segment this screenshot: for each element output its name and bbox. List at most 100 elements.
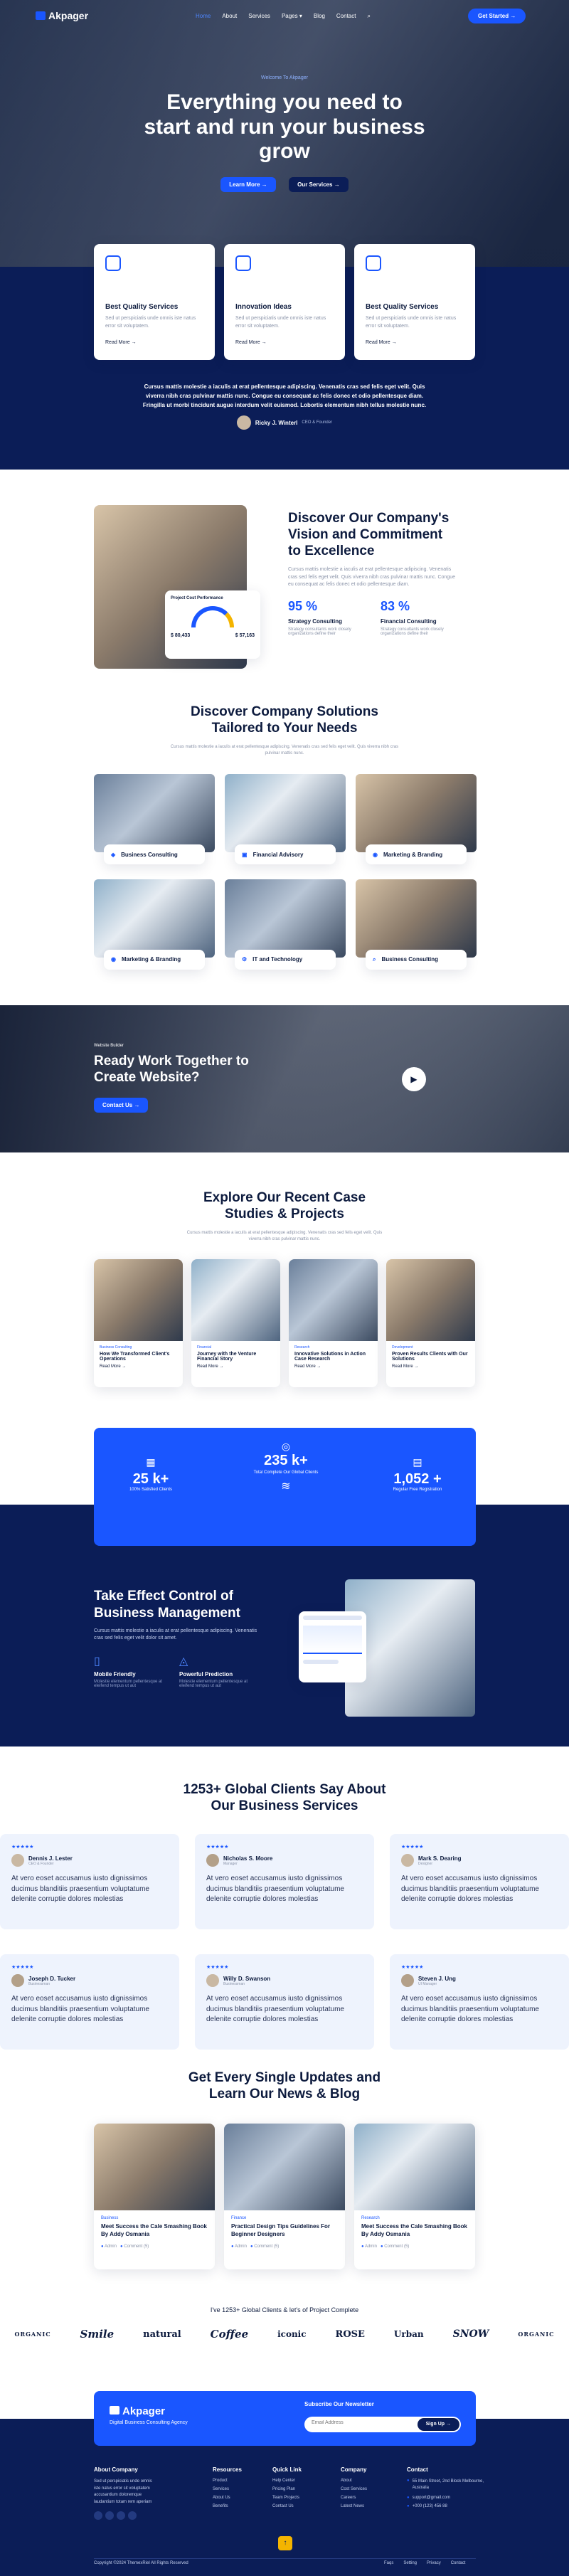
case-card[interactable]: Research Innovative Solutions in Action C…: [289, 1259, 378, 1387]
tech-icon: ⚙: [242, 956, 248, 963]
feature-card[interactable]: Innovation Ideas Sed ut perspiciatis und…: [224, 244, 345, 360]
solution-card[interactable]: ◈ Business Consulting: [94, 774, 215, 864]
read-more-link[interactable]: Read More →: [235, 340, 334, 345]
comment-icon: ●: [120, 2244, 123, 2249]
contact-us-button[interactable]: Contact Us →: [94, 1097, 149, 1113]
footer-bottom-link[interactable]: Privacy: [427, 2561, 441, 2565]
review-card: ★★★★★ Steven J. Ung UI Manager At vero eo…: [390, 1954, 569, 2050]
clients-icon: ▦: [146, 1456, 156, 1468]
lightbulb-icon: [235, 255, 251, 271]
play-button[interactable]: ▶: [402, 1067, 426, 1091]
copyright: Copyright ©2024 ThemexRiel All Rights Re…: [94, 2561, 188, 2565]
get-started-button[interactable]: Get Started →: [468, 9, 526, 23]
nav-pages[interactable]: Pages ▾: [282, 13, 302, 20]
solution-card[interactable]: ▣ Financial Advisory: [225, 774, 346, 864]
feature-card[interactable]: Best Quality Services Sed ut perspiciati…: [354, 244, 475, 360]
hero-title: Everything you need to start and run you…: [144, 90, 425, 163]
footer-link[interactable]: Team Projects: [272, 2496, 322, 2500]
mobile-icon: ▯: [94, 1655, 100, 1668]
footer-link[interactable]: Services: [213, 2487, 262, 2491]
gauge: [191, 606, 234, 627]
email-input[interactable]: [312, 2420, 404, 2425]
vision-title: Discover Our Company's Vision and Commit…: [288, 511, 450, 558]
case-card[interactable]: Business Consulting How We Transformed Cl…: [94, 1259, 183, 1387]
comment-icon: ●: [250, 2244, 253, 2249]
client-logos: ORGANIC Smile natural Coffee iconic ROSE…: [14, 2328, 555, 2341]
stats-box: ◎ 235 k+ Total Complete Our Global Clients…: [94, 1428, 476, 1546]
blog-card[interactable]: Business Meet Success the Cale Smashing B…: [94, 2124, 215, 2269]
prediction-icon: ◬: [179, 1655, 188, 1668]
mail-icon: ●: [407, 2496, 410, 2500]
blog-title: Get Every Single Updates and Learn Our N…: [188, 2070, 381, 2101]
review-card: ★★★★★ Willy D. Swanson Businessman At ver…: [195, 1954, 374, 2050]
footer-link[interactable]: About Us: [213, 2496, 262, 2500]
navbar: Akpager Home About Services Pages ▾ Blog…: [36, 9, 533, 24]
blog-card[interactable]: Finance Practical Design Tips Guidelines …: [224, 2124, 345, 2269]
sign-up-button[interactable]: Sign Up →: [417, 2418, 459, 2431]
case-card[interactable]: Development Proven Results Clients with O…: [386, 1259, 475, 1387]
location-icon: ●: [407, 2479, 410, 2483]
marketing-icon: ◉: [111, 956, 116, 963]
nav-about[interactable]: About: [222, 13, 237, 20]
globe-icon: ◎: [281, 1441, 291, 1452]
nav-blog[interactable]: Blog: [314, 13, 325, 20]
footer-bottom-link[interactable]: Contact: [451, 2561, 466, 2565]
newsletter-box: Akpager Digital Business Consulting Agen…: [94, 2391, 476, 2446]
solutions-title: Discover Company Solutions Tailored to Y…: [191, 704, 378, 736]
nav-contact[interactable]: Contact: [336, 13, 356, 20]
consulting-icon: ◈: [111, 851, 116, 858]
scroll-top-button[interactable]: ↑: [278, 2536, 292, 2550]
solution-card[interactable]: ⌕ Business Consulting: [356, 879, 477, 970]
footer-link[interactable]: Cost Services: [341, 2487, 390, 2491]
linkedin-icon[interactable]: [117, 2511, 125, 2521]
solution-card[interactable]: ◉ Marketing & Branding: [94, 879, 215, 970]
nav-services[interactable]: Services: [248, 13, 270, 20]
search-icon: ⌕: [373, 955, 376, 963]
reviews-title: 1253+ Global Clients Say About Our Busin…: [183, 1782, 386, 1813]
avatar: [401, 1854, 414, 1867]
blog-card[interactable]: Research Meet Success the Cale Smashing B…: [354, 2124, 475, 2269]
avatar: [236, 415, 251, 430]
logo-icon: [110, 2406, 119, 2415]
footer-bottom-link[interactable]: Setting: [403, 2561, 417, 2565]
solution-card[interactable]: ◉ Marketing & Branding: [356, 774, 477, 864]
footer-link[interactable]: About: [341, 2479, 390, 2483]
footer-link[interactable]: Contact Us: [272, 2504, 322, 2508]
play-icon: ▶: [410, 1074, 418, 1084]
footer-link[interactable]: Careers: [341, 2496, 390, 2500]
solution-card[interactable]: ⚙ IT and Technology: [225, 879, 346, 970]
learn-more-button[interactable]: Learn More →: [220, 176, 276, 192]
dashboard-widget: [299, 1611, 366, 1682]
pinterest-icon[interactable]: [128, 2511, 137, 2521]
avatar: [11, 1854, 24, 1867]
footer-link[interactable]: Latest News: [341, 2504, 390, 2508]
clients-title: I've 1253+ Global Clients & let's of Pro…: [210, 2306, 359, 2313]
layers-icon: ≋: [281, 1480, 291, 1493]
feature-card[interactable]: Best Quality Services Sed ut perspiciati…: [94, 244, 215, 360]
search-icon[interactable]: ⌕: [367, 13, 370, 20]
newsletter-form: Sign Up →: [304, 2417, 461, 2432]
case-card[interactable]: Financial Journey with the Venture Financ…: [191, 1259, 280, 1387]
footer-link[interactable]: Pricing Plan: [272, 2487, 322, 2491]
register-icon: ▤: [413, 1456, 422, 1468]
hero-tag: Welcome To Akpager: [261, 75, 308, 80]
footer-link[interactable]: Benefits: [213, 2504, 262, 2508]
comment-icon: ●: [381, 2244, 383, 2249]
footer-link[interactable]: Product: [213, 2479, 262, 2483]
logo[interactable]: Akpager: [36, 10, 88, 21]
avatar: [206, 1854, 219, 1867]
marketing-icon: ◉: [373, 851, 378, 858]
logo-icon: [36, 11, 46, 20]
footer-link[interactable]: Help Center: [272, 2479, 322, 2483]
testimonial-quote: Cursus mattis molestie a iaculis at erat…: [142, 383, 427, 408]
quality-icon: [105, 255, 121, 271]
read-more-link[interactable]: Read More →: [105, 340, 203, 345]
twitter-icon[interactable]: [105, 2511, 114, 2521]
video-title: Ready Work Together to Create Website?: [94, 1054, 249, 1085]
read-more-link[interactable]: Read More →: [366, 340, 464, 345]
avatar: [206, 1974, 219, 1987]
footer-bottom-link[interactable]: Faqs: [384, 2561, 393, 2565]
facebook-icon[interactable]: [94, 2511, 102, 2521]
our-services-button[interactable]: Our Services →: [289, 176, 349, 192]
nav-home[interactable]: Home: [196, 13, 211, 20]
